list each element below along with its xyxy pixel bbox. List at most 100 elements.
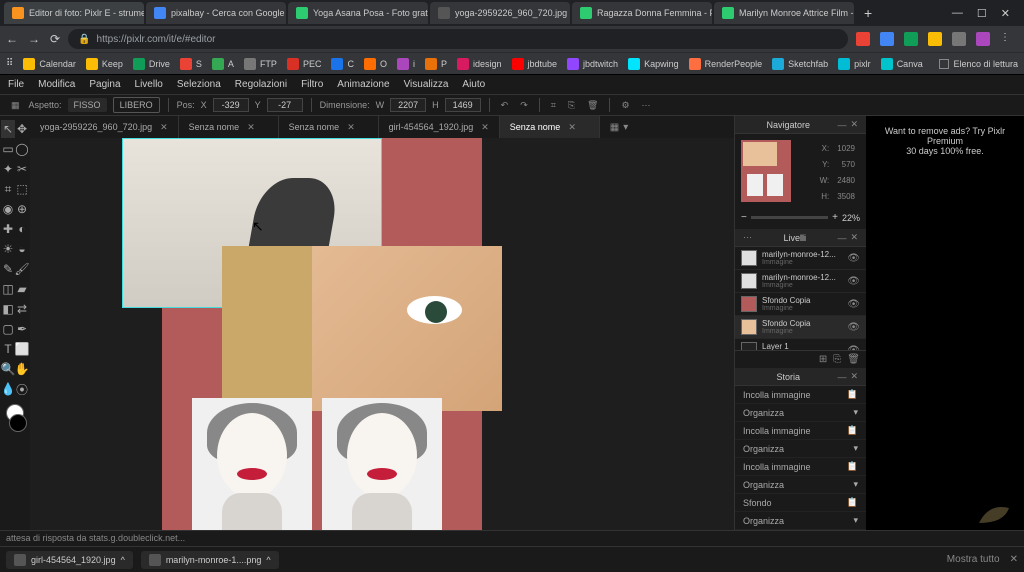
text-tool[interactable]: T	[1, 340, 15, 358]
new-tab-button[interactable]: +	[856, 5, 880, 21]
bookmark-item[interactable]: Sketchfab	[772, 58, 828, 70]
reload-button[interactable]: ⟳	[50, 32, 60, 46]
history-row[interactable]: Incolla immagine📋	[735, 422, 866, 440]
layer-marilyn-1[interactable]	[192, 398, 312, 546]
picker-tool[interactable]: ⦿	[15, 380, 29, 398]
transform-tool[interactable]: ⬚	[15, 180, 29, 198]
clone-tool[interactable]: ⊕	[15, 200, 29, 218]
menu-item[interactable]: Visualizza	[404, 79, 449, 90]
tool-options-icon[interactable]: ▦	[8, 100, 23, 111]
panel-minimize-icon[interactable]: —	[835, 233, 848, 243]
reading-list[interactable]: Elenco di lettura	[939, 59, 1018, 69]
lasso-tool[interactable]: ◯	[15, 140, 29, 158]
history-row[interactable]: Sfondo📋	[735, 494, 866, 512]
bookmark-item[interactable]: P	[425, 58, 447, 70]
bookmark-item[interactable]: pixlr	[838, 58, 871, 70]
layer-row[interactable]: Sfondo CopiaImmagine👁	[735, 316, 866, 339]
gradient-tool[interactable]: ◧	[1, 300, 15, 318]
ext-icon[interactable]	[904, 32, 918, 46]
wand-tool[interactable]: ✦	[1, 160, 15, 178]
visibility-icon[interactable]: 👁	[847, 276, 860, 287]
redo-icon[interactable]: ↷	[517, 100, 531, 111]
layer-row[interactable]: marilyn-monroe-12...Immagine👁	[735, 270, 866, 293]
ext-icon[interactable]	[880, 32, 894, 46]
doc-tab-close-icon[interactable]: ✕	[247, 122, 255, 133]
liquify-tool[interactable]: ◉	[1, 200, 15, 218]
doc-tab-close-icon[interactable]: ✕	[481, 122, 489, 133]
menu-item[interactable]: Pagina	[89, 79, 120, 90]
background-color[interactable]	[9, 414, 27, 432]
browser-tab[interactable]: Ragazza Donna Femmina - Fot...✕	[572, 2, 712, 24]
aspect-free-button[interactable]: LIBERO	[113, 97, 160, 113]
doc-tab-close-icon[interactable]: ✕	[160, 122, 168, 133]
menu-item[interactable]: Animazione	[337, 79, 389, 90]
bookmark-item[interactable]: RenderPeople	[689, 58, 763, 70]
zoom-tool[interactable]: 🔍	[1, 360, 15, 378]
pencil-tool[interactable]: ✎	[1, 260, 15, 278]
doc-tab[interactable]: girl-454564_1920.jpg✕	[379, 116, 500, 138]
duplicate-layer-icon[interactable]: ⎘	[833, 354, 841, 365]
panel-minimize-icon[interactable]: —	[835, 372, 848, 382]
doc-grid-icon[interactable]: ▦	[610, 122, 619, 133]
history-row[interactable]: Organizza▾	[735, 404, 866, 422]
heal-tool[interactable]: ✚	[1, 220, 15, 238]
panel-close-icon[interactable]: ✕	[848, 119, 860, 130]
dim-h-input[interactable]	[445, 98, 481, 112]
ext-icon[interactable]	[928, 32, 942, 46]
doc-tab[interactable]: Senza nome✕	[179, 116, 279, 138]
bookmark-item[interactable]: PEC	[287, 58, 322, 70]
chevron-up-icon[interactable]: ^	[121, 555, 125, 565]
doc-chevron-icon[interactable]: ▾	[623, 122, 628, 133]
brush-tool[interactable]: 🖌	[15, 260, 29, 278]
chevron-up-icon[interactable]: ^	[266, 555, 270, 565]
delete-layer-icon[interactable]: 🗑	[847, 354, 860, 365]
bookmark-item[interactable]: O	[364, 58, 387, 70]
pos-y-input[interactable]	[267, 98, 303, 112]
bookmark-item[interactable]: FTP	[244, 58, 277, 70]
back-button[interactable]: ←	[6, 32, 18, 46]
menu-item[interactable]: Filtro	[301, 79, 323, 90]
bookmark-item[interactable]: Kapwing	[628, 58, 679, 70]
history-row[interactable]: Incolla immagine📋	[735, 458, 866, 476]
bookmark-item[interactable]: C	[331, 58, 354, 70]
menu-item[interactable]: Seleziona	[177, 79, 221, 90]
browser-tab[interactable]: pixalbay - Cerca con Google✕	[146, 2, 286, 24]
dodge-tool[interactable]: ☀	[1, 240, 15, 258]
browser-tab[interactable]: Marilyn Monroe Attrice Film - C...✕	[714, 2, 854, 24]
ext-icon[interactable]	[856, 32, 870, 46]
layer-face-image[interactable]	[222, 246, 502, 411]
doc-tab[interactable]: yoga-2959226_960_720.jpg✕	[30, 116, 179, 138]
bookmark-item[interactable]: jbdtube	[512, 58, 558, 70]
bookmark-item[interactable]: A	[212, 58, 234, 70]
close-button[interactable]: ✕	[1001, 7, 1010, 20]
browser-tab[interactable]: yoga-2959226_960_720.jpg (96...✕	[430, 2, 570, 24]
doc-tab[interactable]: Senza nome✕	[500, 116, 600, 138]
bookmark-item[interactable]: idesign	[457, 58, 502, 70]
bookmark-item[interactable]: Calendar	[23, 58, 76, 70]
menu-icon[interactable]: ⋯	[639, 100, 654, 111]
history-row[interactable]: Incolla immagine📋	[735, 386, 866, 404]
menu-item[interactable]: Modifica	[38, 79, 75, 90]
canvas[interactable]: ↖	[30, 138, 734, 546]
ext-icon[interactable]	[976, 32, 990, 46]
bookmark-item[interactable]: i	[397, 58, 415, 70]
layer-row[interactable]: marilyn-monroe-12...Immagine👁	[735, 247, 866, 270]
navigator-thumbnail[interactable]	[741, 140, 791, 202]
visibility-icon[interactable]: 👁	[847, 299, 860, 310]
minimize-button[interactable]: —	[952, 7, 963, 20]
menu-item[interactable]: Livello	[135, 79, 163, 90]
arrange-tool[interactable]: ↖	[1, 120, 15, 138]
menu-item[interactable]: Aiuto	[462, 79, 485, 90]
zoom-in-icon[interactable]: +	[832, 212, 838, 223]
fill-tool[interactable]: ▰	[15, 280, 29, 298]
add-layer-icon[interactable]: ⊞	[819, 354, 827, 365]
pen-tool[interactable]: ✒	[15, 320, 29, 338]
menu-item[interactable]: Regolazioni	[235, 79, 287, 90]
replace-tool[interactable]: ⇄	[15, 300, 29, 318]
layers-menu-icon[interactable]: ⋯	[741, 232, 754, 243]
visibility-icon[interactable]: 👁	[847, 322, 860, 333]
eraser-tool[interactable]: ◫	[1, 280, 15, 298]
crop-tool[interactable]: ⌗	[1, 180, 15, 198]
doc-tab-close-icon[interactable]: ✕	[347, 122, 355, 133]
gear-icon[interactable]: ⚙	[618, 100, 632, 111]
